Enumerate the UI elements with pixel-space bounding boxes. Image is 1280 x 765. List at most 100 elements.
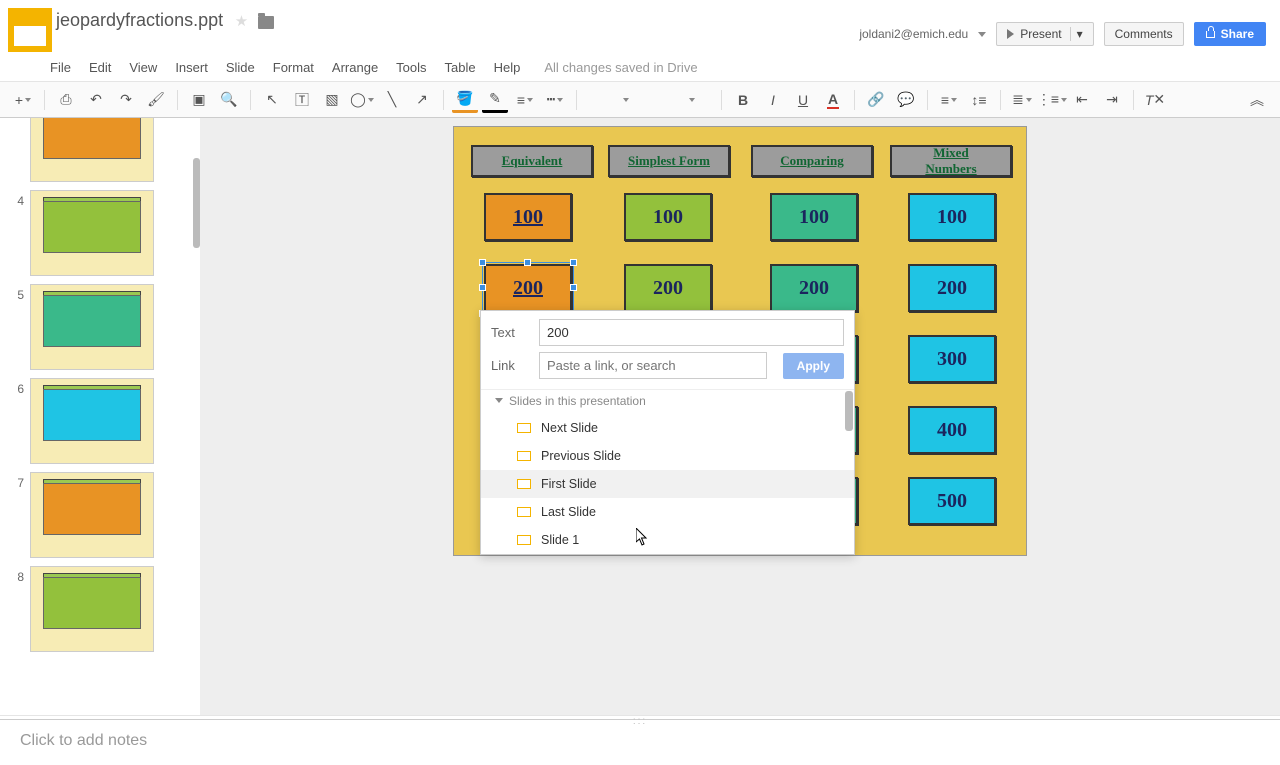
numbered-list-icon[interactable]: ≣ [1009, 87, 1035, 113]
scrollbar-thumb[interactable] [193, 158, 200, 248]
category-header[interactable]: Simplest Form [608, 145, 730, 177]
shape-icon[interactable]: ◯ [349, 87, 375, 113]
line-icon[interactable]: ╲ [379, 87, 405, 113]
doc-title[interactable]: jeopardyfractions.ppt [56, 10, 223, 31]
menu-insert[interactable]: Insert [175, 60, 208, 75]
jeopardy-cell[interactable]: 100 [908, 193, 996, 241]
jeopardy-cell[interactable]: 100 [484, 193, 572, 241]
slide-thumbnail[interactable] [30, 190, 154, 276]
jeopardy-cell[interactable]: 200 [624, 264, 712, 312]
undo-icon[interactable]: ↶ [83, 87, 109, 113]
thumb-number: 6 [6, 378, 24, 396]
save-status: All changes saved in Drive [544, 60, 697, 75]
comment-icon[interactable]: 💬 [893, 87, 919, 113]
speaker-notes[interactable]: Click to add notes [0, 719, 1280, 765]
star-icon[interactable]: ★ [235, 13, 248, 30]
slide-icon [517, 451, 531, 461]
selection-box[interactable] [482, 262, 574, 314]
image-icon[interactable]: ▧ [319, 87, 345, 113]
font-select[interactable] [585, 87, 665, 113]
category-header[interactable]: Comparing [751, 145, 873, 177]
underline-icon[interactable]: U [790, 87, 816, 113]
bulleted-list-icon[interactable]: ⋮≡ [1039, 87, 1065, 113]
link-target-option[interactable]: Slide 1 [481, 526, 854, 554]
zoom-icon[interactable]: 🔍 [216, 87, 242, 113]
slide-canvas[interactable]: Equivalent Simplest Form Comparing MixedNum… [200, 118, 1280, 715]
app-logo [8, 8, 52, 52]
link-target-option[interactable]: Next Slide [481, 414, 854, 442]
menu-slide[interactable]: Slide [226, 60, 255, 75]
present-caret-icon[interactable]: ▾ [1070, 27, 1083, 41]
category-header[interactable]: MixedNumbers [890, 145, 1012, 177]
font-size[interactable] [669, 87, 713, 113]
menu-edit[interactable]: Edit [89, 60, 111, 75]
slide-thumbnail[interactable] [30, 118, 154, 182]
collapse-toolbar-icon[interactable]: ︽ [1244, 87, 1270, 113]
line-spacing-icon[interactable]: ↕≡ [966, 87, 992, 113]
apply-button[interactable]: Apply [783, 353, 844, 379]
toolbar: + ⎙ ↶ ↷ 🖌 ▣ 🔍 ↖ 🅃 ▧ ◯ ╲ ↗ 🪣 ✎ ≡ ┅ B I U … [0, 82, 1280, 118]
jeopardy-cell[interactable]: 100 [770, 193, 858, 241]
italic-icon[interactable]: I [760, 87, 786, 113]
slide-icon [517, 535, 531, 545]
print-icon[interactable]: ⎙ [53, 87, 79, 113]
menu-help[interactable]: Help [494, 60, 521, 75]
line-weight-icon[interactable]: ≡ [512, 87, 538, 113]
clear-format-icon[interactable]: T✕ [1142, 87, 1168, 113]
link-target-option[interactable]: Last Slide [481, 498, 854, 526]
jeopardy-cell[interactable]: 300 [908, 335, 996, 383]
thumb-number: 8 [6, 566, 24, 584]
caret-down-icon[interactable] [978, 32, 986, 37]
link-url-input[interactable] [539, 352, 767, 379]
category-header[interactable]: Equivalent [471, 145, 593, 177]
fill-color-icon[interactable]: 🪣 [452, 87, 478, 113]
menu-tools[interactable]: Tools [396, 60, 426, 75]
jeopardy-cell[interactable]: 500 [908, 477, 996, 525]
slide-thumbnail[interactable] [30, 472, 154, 558]
indent-less-icon[interactable]: ⇤ [1069, 87, 1095, 113]
line-color-icon[interactable]: ✎ [482, 87, 508, 113]
comments-button[interactable]: Comments [1104, 22, 1184, 46]
textbox-icon[interactable]: 🅃 [289, 87, 315, 113]
thumb-number: 4 [6, 190, 24, 208]
user-email[interactable]: joldani2@emich.edu [859, 27, 968, 41]
select-icon[interactable]: ↖ [259, 87, 285, 113]
arrow-icon[interactable]: ↗ [409, 87, 435, 113]
line-dash-icon[interactable]: ┅ [542, 87, 568, 113]
bold-icon[interactable]: B [730, 87, 756, 113]
share-button[interactable]: Share [1194, 22, 1266, 46]
link-text-input[interactable] [539, 319, 844, 346]
jeopardy-cell[interactable]: 100 [624, 193, 712, 241]
insert-link-popup: Text Link Apply Slides in this presentat… [480, 310, 855, 555]
slide-thumbnail[interactable] [30, 566, 154, 652]
link-section-header[interactable]: Slides in this presentation [481, 390, 854, 414]
jeopardy-cell[interactable]: 400 [908, 406, 996, 454]
jeopardy-cell[interactable]: 200 [908, 264, 996, 312]
link-icon[interactable]: 🔗 [863, 87, 889, 113]
thumb-number: 5 [6, 284, 24, 302]
menubar: File Edit View Insert Slide Format Arran… [0, 56, 1280, 82]
redo-icon[interactable]: ↷ [113, 87, 139, 113]
slide-panel[interactable]: 4 5 6 7 8 [0, 118, 200, 715]
text-color-icon[interactable]: A [820, 87, 846, 113]
link-target-option[interactable]: First Slide [481, 470, 854, 498]
mouse-cursor [636, 528, 648, 546]
present-button[interactable]: Present ▾ [996, 22, 1093, 46]
menu-table[interactable]: Table [445, 60, 476, 75]
link-target-option[interactable]: Previous Slide [481, 442, 854, 470]
new-slide-button[interactable]: + [10, 87, 36, 113]
menu-arrange[interactable]: Arrange [332, 60, 378, 75]
menu-file[interactable]: File [50, 60, 71, 75]
slide-thumbnail[interactable] [30, 284, 154, 370]
menu-format[interactable]: Format [273, 60, 314, 75]
jeopardy-cell[interactable]: 200 [770, 264, 858, 312]
slide-thumbnail[interactable] [30, 378, 154, 464]
paint-format-icon[interactable]: 🖌 [143, 87, 169, 113]
link-url-label: Link [491, 358, 529, 373]
menu-view[interactable]: View [129, 60, 157, 75]
indent-more-icon[interactable]: ⇥ [1099, 87, 1125, 113]
fit-icon[interactable]: ▣ [186, 87, 212, 113]
folder-icon[interactable] [258, 16, 274, 29]
play-icon [1007, 29, 1014, 39]
align-icon[interactable]: ≡ [936, 87, 962, 113]
